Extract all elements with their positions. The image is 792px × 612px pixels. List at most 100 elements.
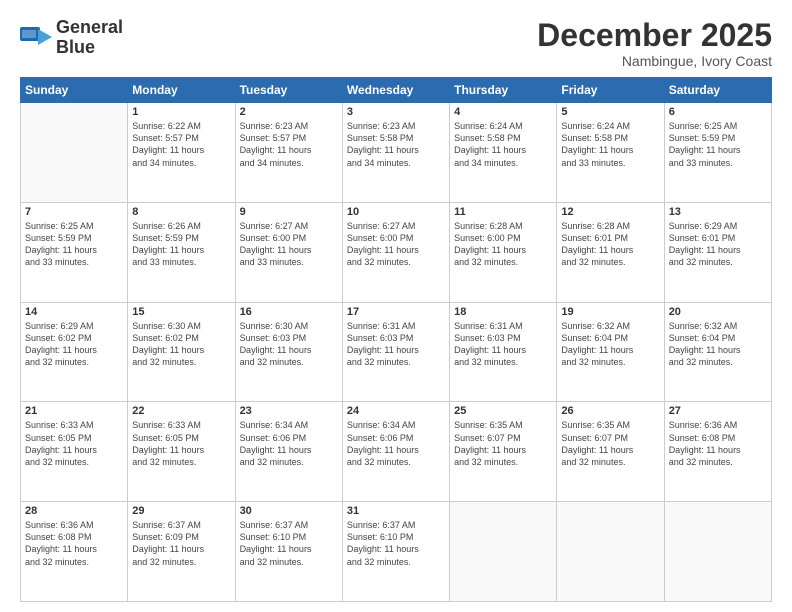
calendar-cell: 22Sunrise: 6:33 AM Sunset: 6:05 PM Dayli… (128, 402, 235, 502)
day-info: Sunrise: 6:26 AM Sunset: 5:59 PM Dayligh… (132, 220, 230, 269)
calendar-cell: 30 Sunrise: 6:37 AM Sunset: 6:10 PM Dayli… (235, 502, 342, 602)
calendar-cell: 15 Sunrise: 6:30 AM Sunset: 6:02 PM Dayli… (128, 302, 235, 402)
calendar-week-4: 21Sunrise: 6:33 AM Sunset: 6:05 PM Dayli… (21, 402, 772, 502)
day-number: 19 (561, 306, 659, 318)
day-number: 27 (669, 405, 767, 417)
calendar-cell: 17Sunrise: 6:31 AM Sunset: 6:03 PM Dayli… (342, 302, 449, 402)
calendar-cell: 2 Sunrise: 6:23 AM Sunset: 5:57 PM Daylig… (235, 103, 342, 203)
day-number: 29 (132, 505, 230, 517)
day-info: Sunrise: 6:36 AM Sunset: 6:08 PM Dayligh… (25, 519, 123, 568)
day-number: 3 (347, 106, 445, 118)
calendar-cell: 24 Sunrise: 6:34 AM Sunset: 6:06 PM Dayli… (342, 402, 449, 502)
day-number: 26 (561, 405, 659, 417)
day-info: Sunrise: 6:34 AM Sunset: 6:06 PM Dayligh… (347, 419, 445, 468)
day-number: 5 (561, 106, 659, 118)
day-number: 14 (25, 306, 123, 318)
day-info: Sunrise: 6:31 AM Sunset: 6:03 PM Dayligh… (454, 320, 552, 369)
day-number: 7 (25, 206, 123, 218)
logo-blue: Blue (56, 37, 95, 57)
calendar-cell: 14 Sunrise: 6:29 AM Sunset: 6:02 PM Dayli… (21, 302, 128, 402)
day-number: 20 (669, 306, 767, 318)
calendar-cell (664, 502, 771, 602)
day-info: Sunrise: 6:24 AM Sunset: 5:58 PM Dayligh… (454, 120, 552, 169)
day-info: Sunrise: 6:36 AM Sunset: 6:08 PM Dayligh… (669, 419, 767, 468)
day-number: 2 (240, 106, 338, 118)
day-number: 16 (240, 306, 338, 318)
day-number: 24 (347, 405, 445, 417)
calendar-cell: 31Sunrise: 6:37 AM Sunset: 6:10 PM Dayli… (342, 502, 449, 602)
calendar-cell (450, 502, 557, 602)
page: General Blue December 2025 Nambingue, Iv… (0, 0, 792, 612)
day-info: Sunrise: 6:25 AM Sunset: 5:59 PM Dayligh… (25, 220, 123, 269)
calendar-header-wednesday: Wednesday (342, 78, 449, 103)
calendar-cell: 10 Sunrise: 6:27 AM Sunset: 6:00 PM Dayli… (342, 202, 449, 302)
day-info: Sunrise: 6:24 AM Sunset: 5:58 PM Dayligh… (561, 120, 659, 169)
day-number: 4 (454, 106, 552, 118)
day-info: Sunrise: 6:28 AM Sunset: 6:01 PM Dayligh… (561, 220, 659, 269)
calendar-cell: 19Sunrise: 6:32 AM Sunset: 6:04 PM Dayli… (557, 302, 664, 402)
day-number: 17 (347, 306, 445, 318)
day-number: 6 (669, 106, 767, 118)
calendar-cell: 16Sunrise: 6:30 AM Sunset: 6:03 PM Dayli… (235, 302, 342, 402)
day-info: Sunrise: 6:37 AM Sunset: 6:10 PM Dayligh… (347, 519, 445, 568)
day-info: Sunrise: 6:37 AM Sunset: 6:09 PM Dayligh… (132, 519, 230, 568)
day-info: Sunrise: 6:23 AM Sunset: 5:58 PM Dayligh… (347, 120, 445, 169)
calendar-cell: 26 Sunrise: 6:35 AM Sunset: 6:07 PM Dayli… (557, 402, 664, 502)
day-number: 11 (454, 206, 552, 218)
calendar-cell: 9Sunrise: 6:27 AM Sunset: 6:00 PM Daylig… (235, 202, 342, 302)
day-number: 15 (132, 306, 230, 318)
calendar-cell (21, 103, 128, 203)
day-info: Sunrise: 6:35 AM Sunset: 6:07 PM Dayligh… (561, 419, 659, 468)
day-info: Sunrise: 6:30 AM Sunset: 6:02 PM Dayligh… (132, 320, 230, 369)
calendar-cell: 18Sunrise: 6:31 AM Sunset: 6:03 PM Dayli… (450, 302, 557, 402)
calendar-cell: 13 Sunrise: 6:29 AM Sunset: 6:01 PM Dayli… (664, 202, 771, 302)
day-number: 28 (25, 505, 123, 517)
day-number: 10 (347, 206, 445, 218)
day-info: Sunrise: 6:33 AM Sunset: 6:05 PM Dayligh… (25, 419, 123, 468)
calendar-cell: 1Sunrise: 6:22 AM Sunset: 5:57 PM Daylig… (128, 103, 235, 203)
day-info: Sunrise: 6:27 AM Sunset: 6:00 PM Dayligh… (347, 220, 445, 269)
calendar-header-saturday: Saturday (664, 78, 771, 103)
day-info: Sunrise: 6:34 AM Sunset: 6:06 PM Dayligh… (240, 419, 338, 468)
title-block: December 2025 Nambingue, Ivory Coast (537, 18, 772, 69)
calendar-cell: 25Sunrise: 6:35 AM Sunset: 6:07 PM Dayli… (450, 402, 557, 502)
location: Nambingue, Ivory Coast (537, 53, 772, 69)
header: General Blue December 2025 Nambingue, Iv… (20, 18, 772, 69)
day-number: 30 (240, 505, 338, 517)
logo: General Blue (20, 18, 123, 58)
calendar-cell: 11 Sunrise: 6:28 AM Sunset: 6:00 PM Dayli… (450, 202, 557, 302)
calendar-header-friday: Friday (557, 78, 664, 103)
calendar-cell: 3 Sunrise: 6:23 AM Sunset: 5:58 PM Daylig… (342, 103, 449, 203)
day-info: Sunrise: 6:37 AM Sunset: 6:10 PM Dayligh… (240, 519, 338, 568)
day-number: 23 (240, 405, 338, 417)
day-info: Sunrise: 6:35 AM Sunset: 6:07 PM Dayligh… (454, 419, 552, 468)
calendar-header-row: SundayMondayTuesdayWednesdayThursdayFrid… (21, 78, 772, 103)
day-info: Sunrise: 6:29 AM Sunset: 6:02 PM Dayligh… (25, 320, 123, 369)
day-info: Sunrise: 6:32 AM Sunset: 6:04 PM Dayligh… (669, 320, 767, 369)
day-info: Sunrise: 6:23 AM Sunset: 5:57 PM Dayligh… (240, 120, 338, 169)
calendar-cell: 5 Sunrise: 6:24 AM Sunset: 5:58 PM Daylig… (557, 103, 664, 203)
calendar-cell: 6Sunrise: 6:25 AM Sunset: 5:59 PM Daylig… (664, 103, 771, 203)
calendar-cell: 7 Sunrise: 6:25 AM Sunset: 5:59 PM Daylig… (21, 202, 128, 302)
month-title: December 2025 (537, 18, 772, 53)
calendar-table: SundayMondayTuesdayWednesdayThursdayFrid… (20, 77, 772, 602)
calendar-header-thursday: Thursday (450, 78, 557, 103)
calendar-header-monday: Monday (128, 78, 235, 103)
day-info: Sunrise: 6:22 AM Sunset: 5:57 PM Dayligh… (132, 120, 230, 169)
day-number: 13 (669, 206, 767, 218)
day-number: 8 (132, 206, 230, 218)
calendar-week-5: 28 Sunrise: 6:36 AM Sunset: 6:08 PM Dayli… (21, 502, 772, 602)
calendar-cell (557, 502, 664, 602)
calendar-cell: 23 Sunrise: 6:34 AM Sunset: 6:06 PM Dayli… (235, 402, 342, 502)
calendar-cell: 20 Sunrise: 6:32 AM Sunset: 6:04 PM Dayli… (664, 302, 771, 402)
calendar-week-3: 14 Sunrise: 6:29 AM Sunset: 6:02 PM Dayli… (21, 302, 772, 402)
calendar-header-sunday: Sunday (21, 78, 128, 103)
day-info: Sunrise: 6:27 AM Sunset: 6:00 PM Dayligh… (240, 220, 338, 269)
day-info: Sunrise: 6:28 AM Sunset: 6:00 PM Dayligh… (454, 220, 552, 269)
calendar-week-1: 1Sunrise: 6:22 AM Sunset: 5:57 PM Daylig… (21, 103, 772, 203)
calendar-cell: 12Sunrise: 6:28 AM Sunset: 6:01 PM Dayli… (557, 202, 664, 302)
calendar-cell: 8 Sunrise: 6:26 AM Sunset: 5:59 PM Daylig… (128, 202, 235, 302)
calendar-cell: 4 Sunrise: 6:24 AM Sunset: 5:58 PM Daylig… (450, 103, 557, 203)
day-info: Sunrise: 6:29 AM Sunset: 6:01 PM Dayligh… (669, 220, 767, 269)
calendar-cell: 21Sunrise: 6:33 AM Sunset: 6:05 PM Dayli… (21, 402, 128, 502)
